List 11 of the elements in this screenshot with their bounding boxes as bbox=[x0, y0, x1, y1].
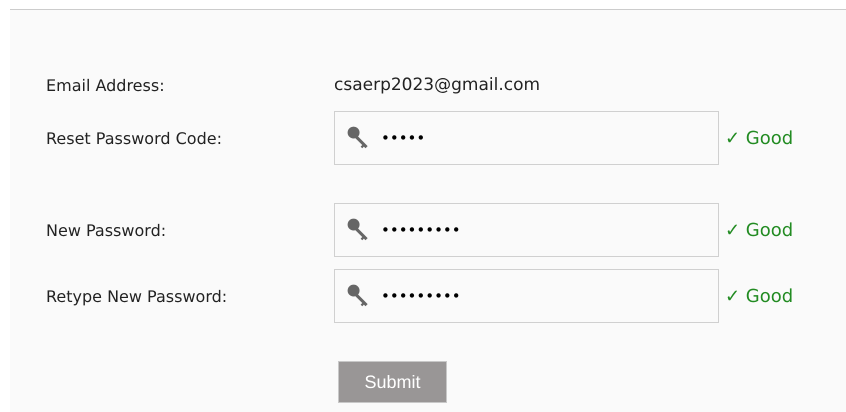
status-text: ✓ Good bbox=[725, 284, 794, 308]
field-label: Retype New Password: bbox=[46, 286, 228, 308]
password-field[interactable]: ••••••••• bbox=[334, 203, 719, 257]
password-field[interactable]: ••••• bbox=[334, 111, 719, 165]
field-label: New Password: bbox=[46, 220, 168, 242]
status-text: ✓ Good bbox=[725, 218, 794, 242]
email-value: csaerp2023@gmail.com bbox=[334, 74, 540, 98]
field-label: Email Address: bbox=[46, 75, 166, 97]
status-text: ✓ Good bbox=[725, 126, 794, 150]
password-field[interactable]: ••••••••• bbox=[334, 269, 719, 323]
field-label: Reset Password Code: bbox=[46, 128, 223, 150]
